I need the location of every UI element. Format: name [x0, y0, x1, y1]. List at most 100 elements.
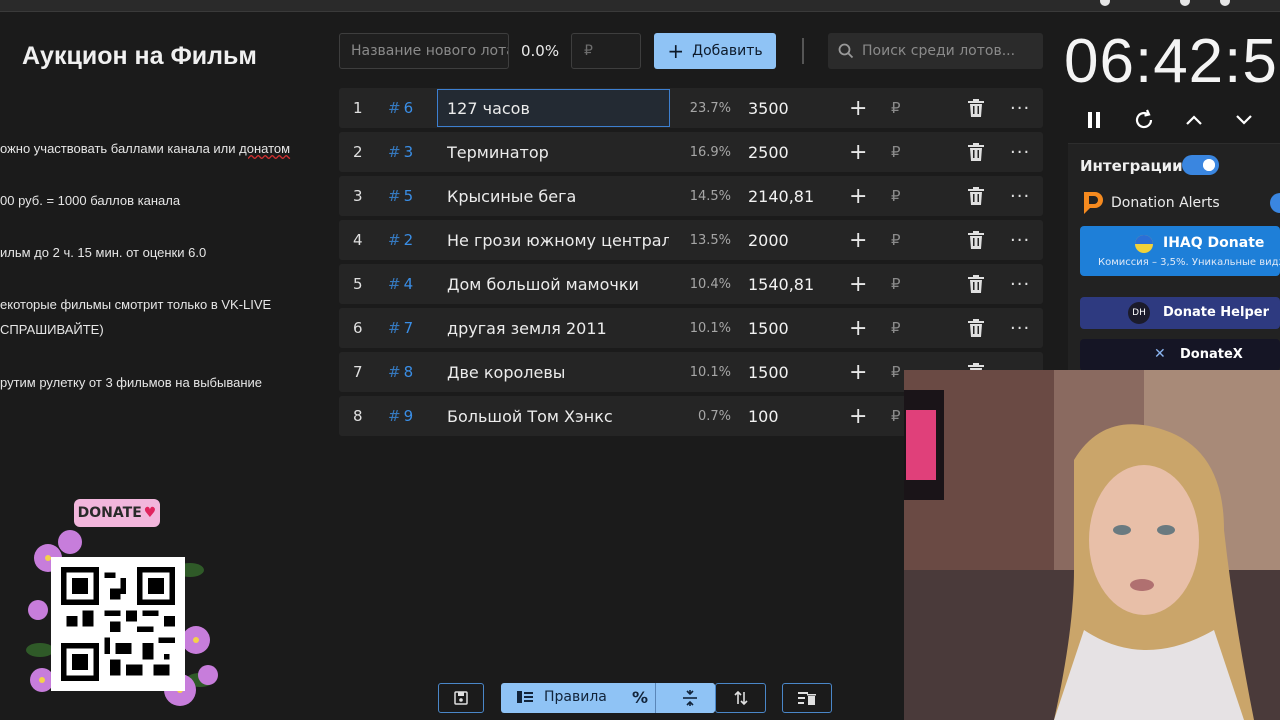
lot-row[interactable]: 2 #3 Терминатор 16.9% 2500 + ₽ ···: [339, 132, 1043, 172]
ihaq-donate-card[interactable]: IHAQ Donate Комиссия – 3,5%. Уникальные …: [1080, 226, 1280, 276]
lot-amount[interactable]: 1500: [748, 352, 789, 392]
lot-amount[interactable]: 2140,81: [748, 176, 814, 216]
lot-row[interactable]: 3 #5 Крысиные бега 14.5% 2140,81 + ₽ ···: [339, 176, 1043, 216]
browser-top-strip: [0, 0, 1280, 12]
lot-row[interactable]: 4 #2 Не грози южному централу 13.5% 2000 + ₽ ··…: [339, 220, 1043, 260]
compress-button[interactable]: [665, 683, 715, 713]
lot-percent: 10.1%: [689, 320, 731, 336]
lot-name-field[interactable]: Две королевы: [447, 352, 669, 392]
rule-line-4: екоторые фильмы смотрит только в VK-LIVE: [0, 297, 272, 312]
lot-id-hash: #: [388, 99, 401, 117]
new-lot-percent: 0.0%: [521, 42, 560, 60]
add-amount-input[interactable]: ₽: [891, 396, 901, 436]
add-amount-button[interactable]: +: [849, 308, 867, 348]
add-amount-button[interactable]: +: [849, 220, 867, 260]
add-amount-input[interactable]: ₽: [891, 88, 901, 128]
lot-id-hash: #: [388, 231, 401, 249]
add-amount-input[interactable]: ₽: [891, 176, 901, 216]
percent-toggle-icon[interactable]: %: [632, 688, 648, 707]
more-options-button[interactable]: ···: [1010, 88, 1030, 128]
more-options-button[interactable]: ···: [1010, 308, 1030, 348]
lot-rank: 4: [353, 231, 363, 249]
donation-alerts-label: Donation Alerts: [1111, 195, 1220, 211]
lot-percent: 13.5%: [689, 232, 731, 248]
lot-id: #2: [388, 220, 413, 260]
delete-lot-button[interactable]: [968, 264, 984, 304]
save-button[interactable]: [438, 683, 484, 713]
add-amount-input[interactable]: ₽: [891, 220, 901, 260]
lot-id-hash: #: [388, 187, 401, 205]
lot-id-hash: #: [388, 319, 401, 337]
ihaq-subtitle: Комиссия – 3,5%. Уникальные виджеты: [1098, 257, 1280, 268]
streamer-webcam-image: [904, 370, 1280, 720]
add-amount-button[interactable]: +: [849, 176, 867, 216]
donate-helper-card[interactable]: DH Donate Helper: [1080, 297, 1280, 329]
lot-id-number: 6: [403, 99, 414, 117]
sort-button[interactable]: [715, 683, 766, 713]
donate-helper-logo-icon: DH: [1128, 302, 1150, 324]
lot-row[interactable]: 1 #6 127 часов 23.7% 3500 + ₽ ···: [339, 88, 1043, 128]
new-lot-amount-input[interactable]: ₽: [571, 33, 641, 69]
integrations-toggle[interactable]: [1182, 155, 1219, 175]
lot-amount[interactable]: 1500: [748, 308, 789, 348]
increase-time-button[interactable]: [1181, 107, 1207, 133]
pause-button[interactable]: [1081, 107, 1107, 133]
lot-amount[interactable]: 100: [748, 396, 779, 436]
webcam-feed: [904, 370, 1280, 720]
clear-lots-button[interactable]: [782, 683, 832, 713]
delete-lot-button[interactable]: [968, 308, 984, 348]
lot-amount[interactable]: 2000: [748, 220, 789, 260]
rule-line-1: ожно участвовать баллами канала или дона…: [0, 141, 290, 156]
lot-amount[interactable]: 2500: [748, 132, 789, 172]
lot-id-number: 3: [403, 143, 414, 161]
add-amount-button[interactable]: +: [849, 396, 867, 436]
lot-id: #8: [388, 352, 413, 392]
lot-name-field[interactable]: Не грози южному централу: [447, 220, 669, 260]
lot-amount[interactable]: 3500: [748, 88, 789, 128]
reset-timer-button[interactable]: [1131, 107, 1157, 133]
lot-amount[interactable]: 1540,81: [748, 264, 814, 304]
lot-name-field[interactable]: Терминатор: [447, 132, 669, 172]
lot-row[interactable]: 5 #4 Дом большой мамочки 10.4% 1540,81 + ₽ ···: [339, 264, 1043, 304]
add-amount-input[interactable]: ₽: [891, 308, 901, 348]
lot-id-number: 8: [403, 363, 414, 381]
lot-name-field[interactable]: Дом большой мамочки: [447, 264, 669, 304]
lot-id: #6: [388, 88, 413, 128]
add-lot-button[interactable]: + Добавить: [654, 33, 776, 69]
new-lot-name-input[interactable]: Название нового лота: [339, 33, 509, 69]
lot-name-field[interactable]: Крысиные бега: [447, 176, 669, 216]
delete-lot-button[interactable]: [968, 88, 984, 128]
lot-rank: 1: [353, 99, 363, 117]
lot-id-hash: #: [388, 275, 401, 293]
refresh-icon: [1135, 109, 1153, 129]
lot-name-field[interactable]: 127 часов: [437, 89, 670, 127]
lot-id-number: 7: [403, 319, 414, 337]
decrease-time-button[interactable]: [1231, 107, 1257, 133]
more-options-button[interactable]: ···: [1010, 132, 1030, 172]
delete-lot-button[interactable]: [968, 220, 984, 260]
add-amount-button[interactable]: +: [849, 88, 867, 128]
add-amount-button[interactable]: +: [849, 264, 867, 304]
donatex-card[interactable]: ✕ DonateX: [1080, 339, 1280, 371]
more-options-button[interactable]: ···: [1010, 176, 1030, 216]
more-options-button[interactable]: ···: [1010, 264, 1030, 304]
lot-name-field[interactable]: Большой Том Хэнкс: [447, 396, 669, 436]
lot-percent: 10.4%: [689, 276, 731, 292]
search-input[interactable]: Поиск среди лотов...: [828, 33, 1043, 69]
add-amount-button[interactable]: +: [849, 132, 867, 172]
more-options-button[interactable]: ···: [1010, 220, 1030, 260]
add-amount-input[interactable]: ₽: [891, 352, 901, 392]
add-amount-input[interactable]: ₽: [891, 132, 901, 172]
lot-id: #7: [388, 308, 413, 348]
clear-list-icon: [798, 692, 816, 705]
add-amount-input[interactable]: ₽: [891, 264, 901, 304]
rule-link-donate: донатом: [239, 141, 291, 156]
lot-name-field[interactable]: другая земля 2011: [447, 308, 669, 348]
qr-code-image: [61, 567, 175, 681]
donate-badge-label: DONATE: [77, 505, 142, 521]
delete-lot-button[interactable]: [968, 176, 984, 216]
tab-dot: [1180, 0, 1190, 6]
lot-row[interactable]: 6 #7 другая земля 2011 10.1% 1500 + ₽ ···: [339, 308, 1043, 348]
delete-lot-button[interactable]: [968, 132, 984, 172]
add-amount-button[interactable]: +: [849, 352, 867, 392]
